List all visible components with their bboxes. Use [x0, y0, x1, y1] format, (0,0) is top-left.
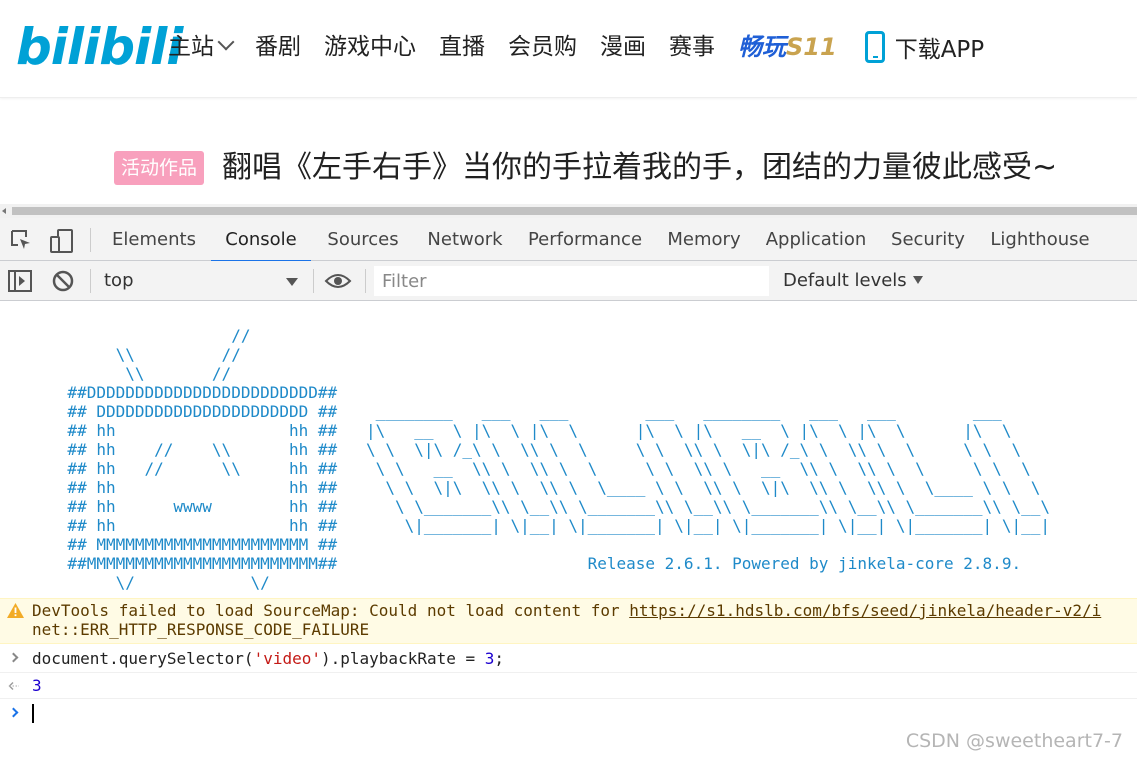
eye-icon[interactable] [324, 271, 352, 291]
activity-badge[interactable]: 活动作品 [114, 151, 205, 185]
command-code: document.querySelector('video').playback… [32, 649, 504, 668]
log-levels-dropdown[interactable]: Default levels [783, 267, 923, 295]
chevron-right-icon [8, 652, 19, 663]
return-arrow-icon [8, 682, 19, 690]
tab-sources[interactable]: Sources [320, 218, 406, 261]
site-header: bilibili 主站 番剧 游戏中心 直播 会员购 漫画 赛事 畅玩S11 下… [0, 0, 1137, 98]
inspect-element-icon[interactable] [10, 229, 32, 251]
nav-item-manga[interactable]: 漫画 [600, 30, 646, 64]
tab-network[interactable]: Network [423, 218, 507, 261]
tab-security[interactable]: Security [886, 218, 970, 261]
code-token: document.querySelector( [32, 649, 254, 668]
text-cursor [32, 704, 34, 723]
code-string: 'video' [253, 649, 321, 668]
clear-console-icon[interactable] [52, 270, 74, 292]
scrollbar-thumb[interactable] [12, 207, 1137, 215]
levels-label: Default levels [783, 270, 907, 291]
divider [90, 269, 91, 293]
video-title-row: 活动作品 翻唱《左手右手》当你的手拉着我的手，团结的力量彼此感受~ [114, 148, 1057, 188]
console-warning-message: DevTools failed to load SourceMap: Could… [0, 598, 1137, 644]
s11-prefix: 畅玩 [738, 33, 786, 61]
context-value: top [104, 270, 134, 291]
dropdown-arrow-icon [286, 278, 298, 286]
main-nav: 主站 番剧 游戏中心 直播 会员购 漫画 赛事 畅玩S11 下载APP [168, 30, 984, 64]
console-command-entry: document.querySelector('video').playback… [0, 646, 1137, 673]
console-result-entry: 3 [0, 673, 1137, 699]
nav-item-member-shop[interactable]: 会员购 [508, 30, 577, 64]
scroll-left-arrow-icon[interactable] [2, 208, 6, 214]
console-output[interactable]: // \\ // \\ // ##DDDDDDDDDDDDDDDDDDDDDDD… [0, 302, 1137, 758]
download-label: 下载APP [894, 37, 985, 63]
nav-item-game-center[interactable]: 游戏中心 [324, 30, 416, 64]
nav-item-bangumi[interactable]: 番剧 [255, 30, 301, 64]
code-number: 3 [484, 649, 495, 668]
tab-performance[interactable]: Performance [525, 218, 645, 261]
s11-suffix: S11 [786, 33, 837, 61]
divider [313, 269, 314, 293]
dropdown-arrow-icon [912, 276, 923, 284]
console-toolbar: top Default levels [0, 261, 1137, 301]
csdn-watermark: CSDN @sweetheart7-7 [905, 730, 1123, 752]
download-app-link[interactable]: 下载APP [864, 30, 985, 64]
tab-elements[interactable]: Elements [106, 218, 202, 261]
tab-lighthouse[interactable]: Lighthouse [987, 218, 1093, 261]
divider [90, 228, 91, 252]
video-title: 翻唱《左手右手》当你的手拉着我的手，团结的力量彼此感受~ [222, 150, 1058, 185]
code-token: ).playbackRate = [321, 649, 485, 668]
horizontal-scrollbar[interactable] [0, 204, 1137, 218]
warning-error-code: net::ERR_HTTP_RESPONSE_CODE_FAILURE [32, 620, 370, 639]
divider [365, 269, 366, 293]
warning-text: DevTools failed to load SourceMap: Could… [32, 601, 1101, 620]
show-sidebar-icon[interactable] [8, 270, 32, 292]
tab-application[interactable]: Application [764, 218, 868, 261]
device-toolbar-icon[interactable] [50, 229, 74, 253]
bilibili-logo[interactable]: bilibili [16, 18, 183, 76]
console-filter-input[interactable] [374, 266, 769, 296]
phone-icon [864, 31, 885, 63]
nav-label: 主站 [168, 34, 214, 60]
nav-item-esports[interactable]: 赛事 [669, 30, 715, 64]
prompt-chevron-icon [8, 707, 19, 718]
chevron-down-icon [217, 33, 235, 51]
warning-message: DevTools failed to load SourceMap: Could… [32, 601, 630, 620]
sourcemap-url-link[interactable]: https://s1.hdslb.com/bfs/seed/jinkela/he… [629, 601, 1101, 620]
ascii-art-banner: // \\ // \\ // ##DDDDDDDDDDDDDDDDDDDDDDD… [67, 326, 1050, 592]
console-input-prompt[interactable] [0, 700, 1137, 728]
execution-context-select[interactable]: top [100, 267, 306, 295]
nav-item-main[interactable]: 主站 [168, 30, 235, 64]
s11-promo-link[interactable]: 畅玩S11 [738, 30, 837, 64]
tab-memory[interactable]: Memory [663, 218, 745, 261]
result-value: 3 [32, 676, 42, 695]
code-token: ; [494, 649, 505, 668]
nav-item-live[interactable]: 直播 [439, 30, 485, 64]
tab-console[interactable]: Console [211, 218, 311, 262]
devtools-tab-bar: Elements Console Sources Network Perform… [0, 218, 1137, 262]
warning-icon [7, 603, 24, 618]
